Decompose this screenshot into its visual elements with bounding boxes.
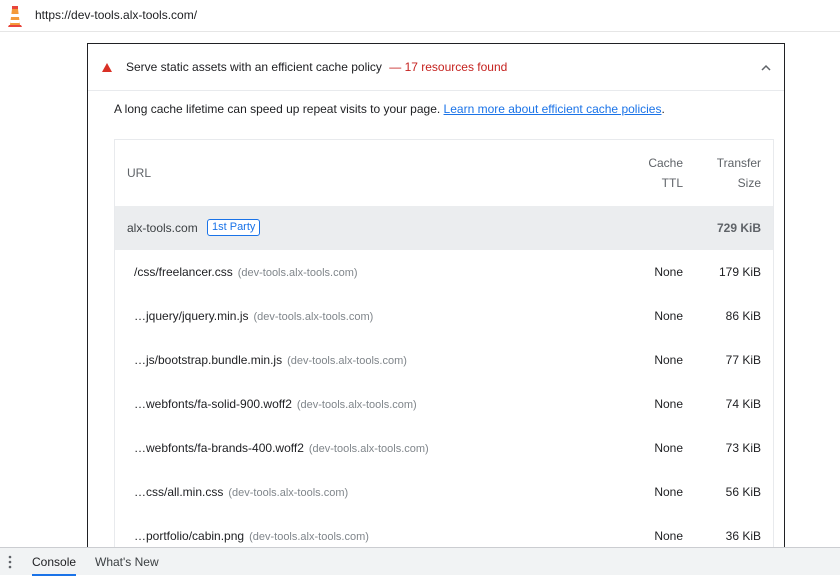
audit-title: Serve static assets with an efficient ca… xyxy=(126,60,507,74)
table-row: …webfonts/fa-solid-900.woff2 (dev-tools.a… xyxy=(115,382,773,426)
resource-path: …webfonts/fa-solid-900.woff2 xyxy=(134,397,292,411)
table-header: URL Cache TTL Transfer Size xyxy=(115,140,773,206)
resource-path: …webfonts/fa-brands-400.woff2 xyxy=(134,441,304,455)
resource-host: (dev-tools.alx-tools.com) xyxy=(228,487,349,499)
divider xyxy=(0,31,840,32)
resource-path: …css/all.min.css xyxy=(134,485,224,499)
header-transfer-size-line2: Size xyxy=(737,176,761,190)
resource-url[interactable]: …jquery/jquery.min.js (dev-tools.alx-tool… xyxy=(134,309,373,323)
resource-size: 73 KiB xyxy=(725,441,761,455)
audit-description: A long cache lifetime can speed up repea… xyxy=(114,102,665,116)
header-transfer-size: Transfer Size xyxy=(701,153,761,193)
table-row: …jquery/jquery.min.js (dev-tools.alx-tool… xyxy=(115,294,773,338)
chevron-up-icon[interactable] xyxy=(759,61,773,75)
table-row: …css/all.min.css (dev-tools.alx-tools.com… xyxy=(115,470,773,514)
header-transfer-size-line1: Transfer xyxy=(716,156,761,170)
resource-url[interactable]: …webfonts/fa-brands-400.woff2 (dev-tools.… xyxy=(134,441,429,455)
resource-path: …js/bootstrap.bundle.min.js xyxy=(134,353,283,367)
resource-url[interactable]: …js/bootstrap.bundle.min.js (dev-tools.al… xyxy=(134,353,407,367)
table-row: /css/freelancer.css (dev-tools.alx-tools.… xyxy=(115,250,773,294)
devtools-drawer: Console What's New xyxy=(0,547,840,576)
resource-size: 179 KiB xyxy=(718,265,761,279)
table-row: …js/bootstrap.bundle.min.js (dev-tools.al… xyxy=(115,338,773,382)
resource-path: …portfolio/cabin.png xyxy=(134,529,245,543)
first-party-badge: 1st Party xyxy=(207,219,261,236)
lighthouse-icon xyxy=(8,6,22,27)
resource-size: 36 KiB xyxy=(725,529,761,543)
header-cache-ttl-line2: TTL xyxy=(661,176,683,190)
resource-size: 86 KiB xyxy=(725,309,761,323)
page-url[interactable]: https://dev-tools.alx-tools.com/ xyxy=(35,8,197,22)
resource-ttl: None xyxy=(654,441,683,455)
resource-ttl: None xyxy=(654,397,683,411)
tab-whats-new[interactable]: What's New xyxy=(95,555,159,569)
details-table: URL Cache TTL Transfer Size alx-tools.co… xyxy=(114,139,774,563)
resource-size: 77 KiB xyxy=(725,353,761,367)
resource-url[interactable]: …css/all.min.css (dev-tools.alx-tools.com… xyxy=(134,485,348,499)
table-row: …webfonts/fa-brands-400.woff2 (dev-tools.… xyxy=(115,426,773,470)
description-end: . xyxy=(661,102,665,116)
entity-name: alx-tools.com xyxy=(127,221,198,235)
resource-ttl: None xyxy=(654,353,683,367)
resource-host: (dev-tools.alx-tools.com) xyxy=(249,531,369,543)
warning-triangle-icon xyxy=(102,63,112,72)
resource-ttl: None xyxy=(654,485,683,499)
resource-host: (dev-tools.alx-tools.com) xyxy=(308,443,429,455)
resource-path: /css/freelancer.css xyxy=(134,265,233,279)
resource-size: 74 KiB xyxy=(725,397,761,411)
more-vertical-icon[interactable] xyxy=(6,554,14,570)
resource-url[interactable]: …webfonts/fa-solid-900.woff2 (dev-tools.a… xyxy=(134,397,417,411)
address-bar: https://dev-tools.alx-tools.com/ xyxy=(0,0,840,32)
entity-size: 729 KiB xyxy=(716,221,761,235)
audit-panel: Serve static assets with an efficient ca… xyxy=(87,43,785,563)
resource-ttl: None xyxy=(654,265,683,279)
audit-header[interactable]: Serve static assets with an efficient ca… xyxy=(88,44,784,91)
header-cache-ttl: Cache TTL xyxy=(623,153,683,193)
description-text: A long cache lifetime can speed up repea… xyxy=(114,102,441,116)
header-cache-ttl-line1: Cache xyxy=(648,156,683,170)
resource-ttl: None xyxy=(654,529,683,543)
audit-display-value: — 17 resources found xyxy=(389,60,508,74)
resource-host: (dev-tools.alx-tools.com) xyxy=(237,267,358,279)
resource-ttl: None xyxy=(654,309,683,323)
resource-path: …jquery/jquery.min.js xyxy=(134,309,249,323)
resource-host: (dev-tools.alx-tools.com) xyxy=(253,311,374,323)
resource-host: (dev-tools.alx-tools.com) xyxy=(287,355,407,367)
resource-url[interactable]: /css/freelancer.css (dev-tools.alx-tools.… xyxy=(134,265,358,279)
resource-url[interactable]: …portfolio/cabin.png (dev-tools.alx-tools… xyxy=(134,529,369,543)
header-url: URL xyxy=(127,166,152,180)
audit-title-text: Serve static assets with an efficient ca… xyxy=(126,60,382,74)
learn-more-link[interactable]: Learn more about efficient cache policie… xyxy=(444,102,662,116)
entity-group-row: alx-tools.com 1st Party 729 KiB xyxy=(115,206,773,250)
resource-size: 56 KiB xyxy=(725,485,761,499)
resource-host: (dev-tools.alx-tools.com) xyxy=(296,399,417,411)
tab-console[interactable]: Console xyxy=(32,555,77,576)
